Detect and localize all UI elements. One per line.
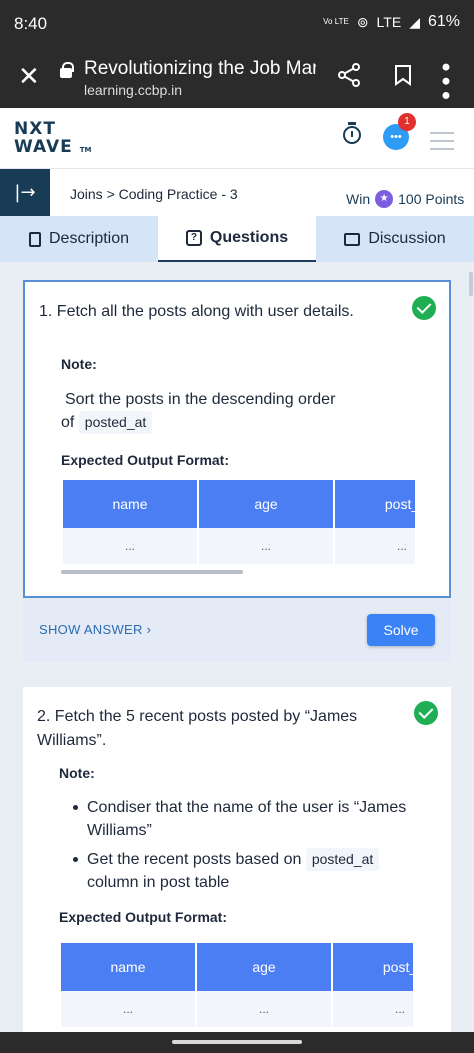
- expected-output-label: Expected Output Format:: [59, 909, 228, 925]
- table-row: ... ... ...: [63, 528, 415, 564]
- table-cell: ...: [197, 991, 331, 1027]
- column-header: post_: [335, 480, 415, 528]
- completed-check-icon: [414, 701, 438, 725]
- questions-content[interactable]: 1. Fetch all the posts along with user d…: [0, 262, 474, 1032]
- volte-icon: Vo LTE: [323, 17, 349, 26]
- menu-icon[interactable]: [430, 132, 454, 156]
- page-title: Revolutionizing the Job Mar...: [84, 58, 316, 79]
- tab-label: Discussion: [368, 230, 446, 247]
- system-icons: Vo LTE ⊚ LTE ◢ 61%: [323, 13, 460, 31]
- bookmark-icon[interactable]: [394, 64, 412, 86]
- battery-level: 61%: [427, 13, 460, 30]
- question-title: 2. Fetch the 5 recent posts posted by “J…: [37, 708, 358, 749]
- tab-bar: Description ? Questions Discussion: [0, 216, 474, 262]
- question-action-bar: SHOW ANSWER › Solve: [23, 598, 451, 662]
- app-header: NXT WAVE TM ••• 1: [0, 108, 474, 168]
- scrollbar[interactable]: [469, 272, 473, 296]
- win-label: Win: [346, 191, 371, 207]
- table-cell: ...: [199, 528, 333, 564]
- status-bar: 8:40 Vo LTE ⊚ LTE ◢ 61%: [0, 0, 474, 48]
- table-header-row: name age post_: [61, 943, 413, 991]
- code-snippet: posted_at: [305, 848, 380, 871]
- close-icon[interactable]: ✕: [18, 62, 40, 92]
- home-gesture-pill[interactable]: [172, 1040, 302, 1044]
- stopwatch-icon[interactable]: [343, 122, 361, 144]
- share-icon[interactable]: [336, 62, 362, 88]
- chevron-right-icon: ›: [146, 622, 152, 637]
- logo-line-1: NXT: [14, 119, 56, 139]
- output-table[interactable]: name age post_ ... ... ...: [61, 943, 413, 1027]
- note-label: Note:: [59, 765, 95, 781]
- note-word: of: [61, 414, 75, 431]
- table-cell: ...: [61, 991, 195, 1027]
- document-icon: [28, 231, 41, 247]
- horizontal-scrollbar[interactable]: [61, 570, 243, 574]
- question-icon: ?: [185, 230, 202, 246]
- note-label: Note:: [61, 356, 97, 372]
- notification-badge: 1: [398, 113, 416, 131]
- note-sentence: Sort the posts in the descending order: [65, 391, 336, 408]
- lte-signal-icon: LTE: [376, 14, 402, 30]
- column-header: name: [61, 943, 195, 991]
- note-text-cont: of posted_at: [61, 411, 381, 434]
- output-table[interactable]: name age post_ ... ... ...: [63, 480, 415, 564]
- table-row: ... ... ...: [61, 991, 413, 1027]
- signal-icon: ◢: [409, 13, 420, 30]
- question-card: 2. Fetch the 5 recent posts posted by “J…: [23, 687, 451, 1032]
- note-text: Sort the posts in the descending order: [61, 388, 381, 411]
- system-nav-bar: [0, 1032, 474, 1053]
- column-header: age: [197, 943, 331, 991]
- column-header: name: [63, 480, 197, 528]
- expected-output-label: Expected Output Format:: [61, 452, 230, 468]
- table-cell: ...: [335, 528, 415, 564]
- browser-url-bar: ✕ Revolutionizing the Job Mar... learnin…: [0, 48, 474, 108]
- show-answer-label: SHOW ANSWER: [39, 622, 143, 637]
- tab-description[interactable]: Description: [0, 216, 158, 262]
- column-header: age: [199, 480, 333, 528]
- table-cell: ...: [63, 528, 197, 564]
- logo-trademark: TM: [79, 146, 92, 154]
- bullet-text: Get the recent posts based on: [87, 851, 302, 868]
- star-icon: ★: [375, 190, 394, 208]
- logo-line-2: WAVE: [14, 137, 73, 157]
- discussion-icon: [344, 232, 361, 246]
- nxtwave-logo[interactable]: NXT WAVE TM: [14, 120, 91, 159]
- column-header: post_: [333, 943, 413, 991]
- tab-label: Description: [48, 230, 130, 247]
- tab-label: Questions: [209, 229, 289, 246]
- more-options-icon[interactable]: •••: [431, 60, 459, 102]
- completed-check-icon: [412, 296, 436, 320]
- question-card: 1. Fetch all the posts along with user d…: [23, 280, 451, 598]
- solve-button[interactable]: Solve: [367, 614, 435, 646]
- table-cell: ...: [333, 991, 413, 1027]
- bullet-text: column in post table: [87, 874, 230, 891]
- list-item: Condiser that the name of the user is “J…: [59, 796, 409, 842]
- sidebar-toggle-icon[interactable]: |→: [0, 169, 50, 217]
- course-bar: |→ Joins > Coding Practice - 3 Win ★ 100…: [0, 168, 474, 217]
- status-time: 8:40: [14, 14, 48, 33]
- points-value: 100 Points: [398, 191, 465, 207]
- win-points: Win ★ 100 Points: [346, 190, 464, 208]
- tab-questions[interactable]: ? Questions: [158, 216, 316, 262]
- hotspot-icon: ⊚: [356, 13, 369, 30]
- page-domain: learning.ccbp.in: [84, 82, 183, 98]
- code-snippet: posted_at: [78, 411, 153, 434]
- question-title: 1. Fetch all the posts along with user d…: [39, 303, 354, 320]
- breadcrumb: Joins > Coding Practice - 3: [70, 186, 238, 202]
- list-item: Get the recent posts based on posted_at …: [59, 848, 409, 894]
- tab-discussion[interactable]: Discussion: [316, 216, 474, 262]
- lock-icon: [60, 62, 74, 78]
- note-bullets: Condiser that the name of the user is “J…: [59, 796, 409, 900]
- show-answer-link[interactable]: SHOW ANSWER ›: [39, 622, 151, 637]
- table-header-row: name age post_: [63, 480, 415, 528]
